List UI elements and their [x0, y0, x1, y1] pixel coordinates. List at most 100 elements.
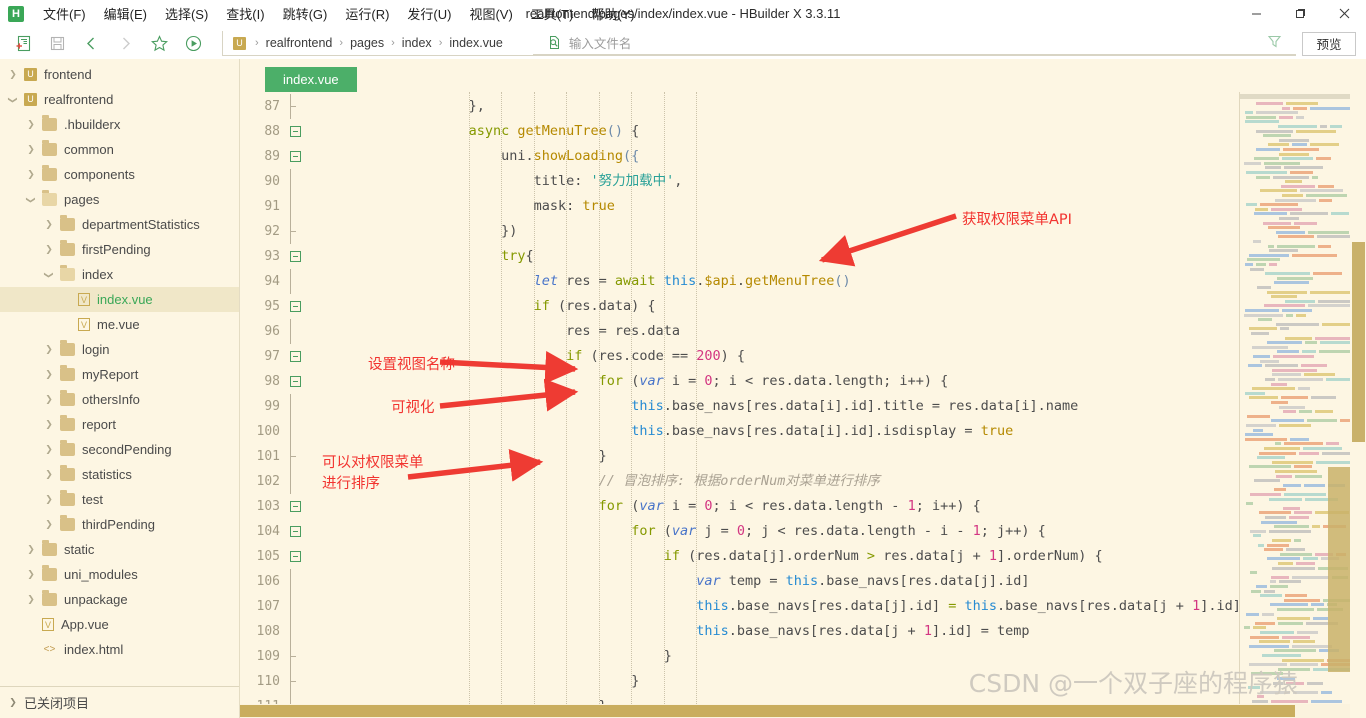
chevron-down-icon[interactable]: ❯: [24, 193, 38, 207]
new-file-icon[interactable]: [10, 32, 36, 56]
fold-collapse-icon[interactable]: [290, 126, 301, 137]
chevron-down-icon[interactable]: ❯: [42, 268, 56, 282]
chevron-right-icon[interactable]: ❯: [42, 393, 56, 407]
code-line[interactable]: var temp = this.base_navs[res.data[j].id…: [696, 569, 1029, 594]
tree-item-index.vue[interactable]: ❯Vindex.vue: [0, 287, 239, 312]
fold-collapse-icon[interactable]: [290, 351, 301, 362]
breadcrumb-item-2[interactable]: index: [400, 36, 434, 50]
code-line[interactable]: if (res.code == 200) {: [566, 344, 745, 369]
code-line[interactable]: uni.showLoading({: [501, 144, 639, 169]
menu-edit[interactable]: 编辑(E): [95, 1, 156, 26]
search-input[interactable]: 输入文件名: [569, 33, 632, 52]
menu-help[interactable]: 帮助(Y): [582, 1, 643, 26]
tree-item-index.html[interactable]: ❯<>index.html: [0, 637, 239, 662]
tree-item-login[interactable]: ❯ login: [0, 337, 239, 362]
tree-item-myreport[interactable]: ❯ myReport: [0, 362, 239, 387]
code-line[interactable]: },: [469, 94, 485, 119]
tree-item-statistics[interactable]: ❯ statistics: [0, 462, 239, 487]
code-line[interactable]: res = res.data: [566, 319, 680, 344]
code-minimap[interactable]: [1239, 92, 1350, 718]
run-icon[interactable]: [180, 32, 206, 56]
chevron-right-icon[interactable]: ❯: [42, 443, 56, 457]
back-icon[interactable]: [78, 32, 104, 56]
minimize-button[interactable]: [1234, 0, 1278, 27]
tree-item-othersinfo[interactable]: ❯ othersInfo: [0, 387, 239, 412]
fold-collapse-icon[interactable]: [290, 301, 301, 312]
chevron-right-icon[interactable]: ❯: [24, 118, 38, 132]
tree-item-secondpending[interactable]: ❯ secondPending: [0, 437, 239, 462]
code-line[interactable]: try{: [501, 244, 534, 269]
code-line[interactable]: mask: true: [534, 194, 615, 219]
code-line[interactable]: // 冒泡排序: 根据orderNum对菜单进行排序: [599, 469, 880, 494]
tree-item-static[interactable]: ❯ static: [0, 537, 239, 562]
code-line[interactable]: if (res.data[j].orderNum > res.data[j + …: [664, 544, 1103, 569]
star-icon[interactable]: [146, 32, 172, 56]
tree-item-departmentstatistics[interactable]: ❯ departmentStatistics: [0, 212, 239, 237]
close-button[interactable]: [1322, 0, 1366, 27]
chevron-right-icon[interactable]: ❯: [42, 368, 56, 382]
fold-collapse-icon[interactable]: [290, 251, 301, 262]
tree-item-firstpending[interactable]: ❯ firstPending: [0, 237, 239, 262]
tree-item-unpackage[interactable]: ❯ unpackage: [0, 587, 239, 612]
forward-icon[interactable]: [112, 32, 138, 56]
code-line[interactable]: this.base_navs[res.data[j].id] = this.ba…: [696, 594, 1241, 619]
save-icon[interactable]: [44, 32, 70, 56]
file-search-box[interactable]: 输入文件名: [532, 32, 1296, 55]
chevron-right-icon[interactable]: ❯: [42, 518, 56, 532]
fold-collapse-icon[interactable]: [290, 151, 301, 162]
menu-tools[interactable]: 工具(T): [522, 1, 583, 26]
chevron-right-icon[interactable]: ❯: [24, 543, 38, 557]
chevron-right-icon[interactable]: ❯: [24, 568, 38, 582]
code-line[interactable]: async getMenuTree() {: [469, 119, 640, 144]
tree-item-frontend[interactable]: ❯ Ufrontend: [0, 62, 239, 87]
chevron-right-icon[interactable]: ❯: [42, 343, 56, 357]
code-line[interactable]: this.base_navs[res.data[i].id].title = r…: [631, 394, 1078, 419]
tree-item-report[interactable]: ❯ report: [0, 412, 239, 437]
code-line[interactable]: }): [501, 219, 517, 244]
tree-item-common[interactable]: ❯ common: [0, 137, 239, 162]
tree-item-index[interactable]: ❯ index: [0, 262, 239, 287]
tree-item-components[interactable]: ❯ components: [0, 162, 239, 187]
code-line[interactable]: for (var j = 0; j < res.data.length - i …: [631, 519, 1046, 544]
menu-run[interactable]: 运行(R): [336, 1, 398, 26]
chevron-right-icon[interactable]: ❯: [24, 168, 38, 182]
fold-collapse-icon[interactable]: [290, 376, 301, 387]
fold-collapse-icon[interactable]: [290, 501, 301, 512]
horizontal-scrollbar[interactable]: [240, 704, 1350, 718]
code-line[interactable]: }: [599, 444, 607, 469]
code-line[interactable]: let res = await this.$api.getMenuTree(): [534, 269, 851, 294]
tab-index-vue[interactable]: index.vue: [265, 67, 357, 92]
menu-select[interactable]: 选择(S): [156, 1, 217, 26]
chevron-right-icon[interactable]: ❯: [42, 243, 56, 257]
tree-item-app.vue[interactable]: ❯VApp.vue: [0, 612, 239, 637]
breadcrumb-item-3[interactable]: index.vue: [447, 36, 505, 50]
tree-item-thirdpending[interactable]: ❯ thirdPending: [0, 512, 239, 537]
chevron-right-icon[interactable]: ❯: [24, 143, 38, 157]
code-line[interactable]: this.base_navs[res.data[i].id].isdisplay…: [631, 419, 1013, 444]
minimap-slider[interactable]: [1328, 467, 1350, 672]
code-line[interactable]: if (res.data) {: [534, 294, 656, 319]
vertical-scrollbar[interactable]: [1350, 92, 1366, 718]
menu-goto[interactable]: 跳转(G): [274, 1, 337, 26]
closed-projects-row[interactable]: ❯ 已关闭项目: [0, 686, 239, 718]
code-line[interactable]: for (var i = 0; i < res.data.length - 1;…: [599, 494, 981, 519]
tree-item-pages[interactable]: ❯ pages: [0, 187, 239, 212]
chevron-down-icon[interactable]: ❯: [6, 93, 20, 107]
fold-collapse-icon[interactable]: [290, 526, 301, 537]
maximize-button[interactable]: [1278, 0, 1322, 27]
breadcrumb-item-0[interactable]: realfrontend: [264, 36, 335, 50]
code-content[interactable]: }, async getMenuTree() {uni.showLoading({…: [306, 92, 1366, 718]
tree-item-me.vue[interactable]: ❯Vme.vue: [0, 312, 239, 337]
preview-button[interactable]: 预览: [1302, 31, 1356, 56]
code-line[interactable]: for (var i = 0; i < res.data.length; i++…: [599, 369, 949, 394]
tree-item-uni_modules[interactable]: ❯ uni_modules: [0, 562, 239, 587]
code-line[interactable]: title: '努力加载中',: [534, 169, 683, 194]
breadcrumb-item-1[interactable]: pages: [348, 36, 386, 50]
fold-collapse-icon[interactable]: [290, 551, 301, 562]
horizontal-scrollbar-thumb[interactable]: [240, 705, 1295, 717]
code-viewport[interactable]: 87 88 89 90 91 92 93 94 95 96 97 98 99 100 101 102 103 10…: [240, 92, 1366, 718]
tree-item-.hbuilderx[interactable]: ❯ .hbuilderx: [0, 112, 239, 137]
tree-item-test[interactable]: ❯ test: [0, 487, 239, 512]
code-line[interactable]: }: [664, 644, 672, 669]
menu-view[interactable]: 视图(V): [460, 1, 521, 26]
